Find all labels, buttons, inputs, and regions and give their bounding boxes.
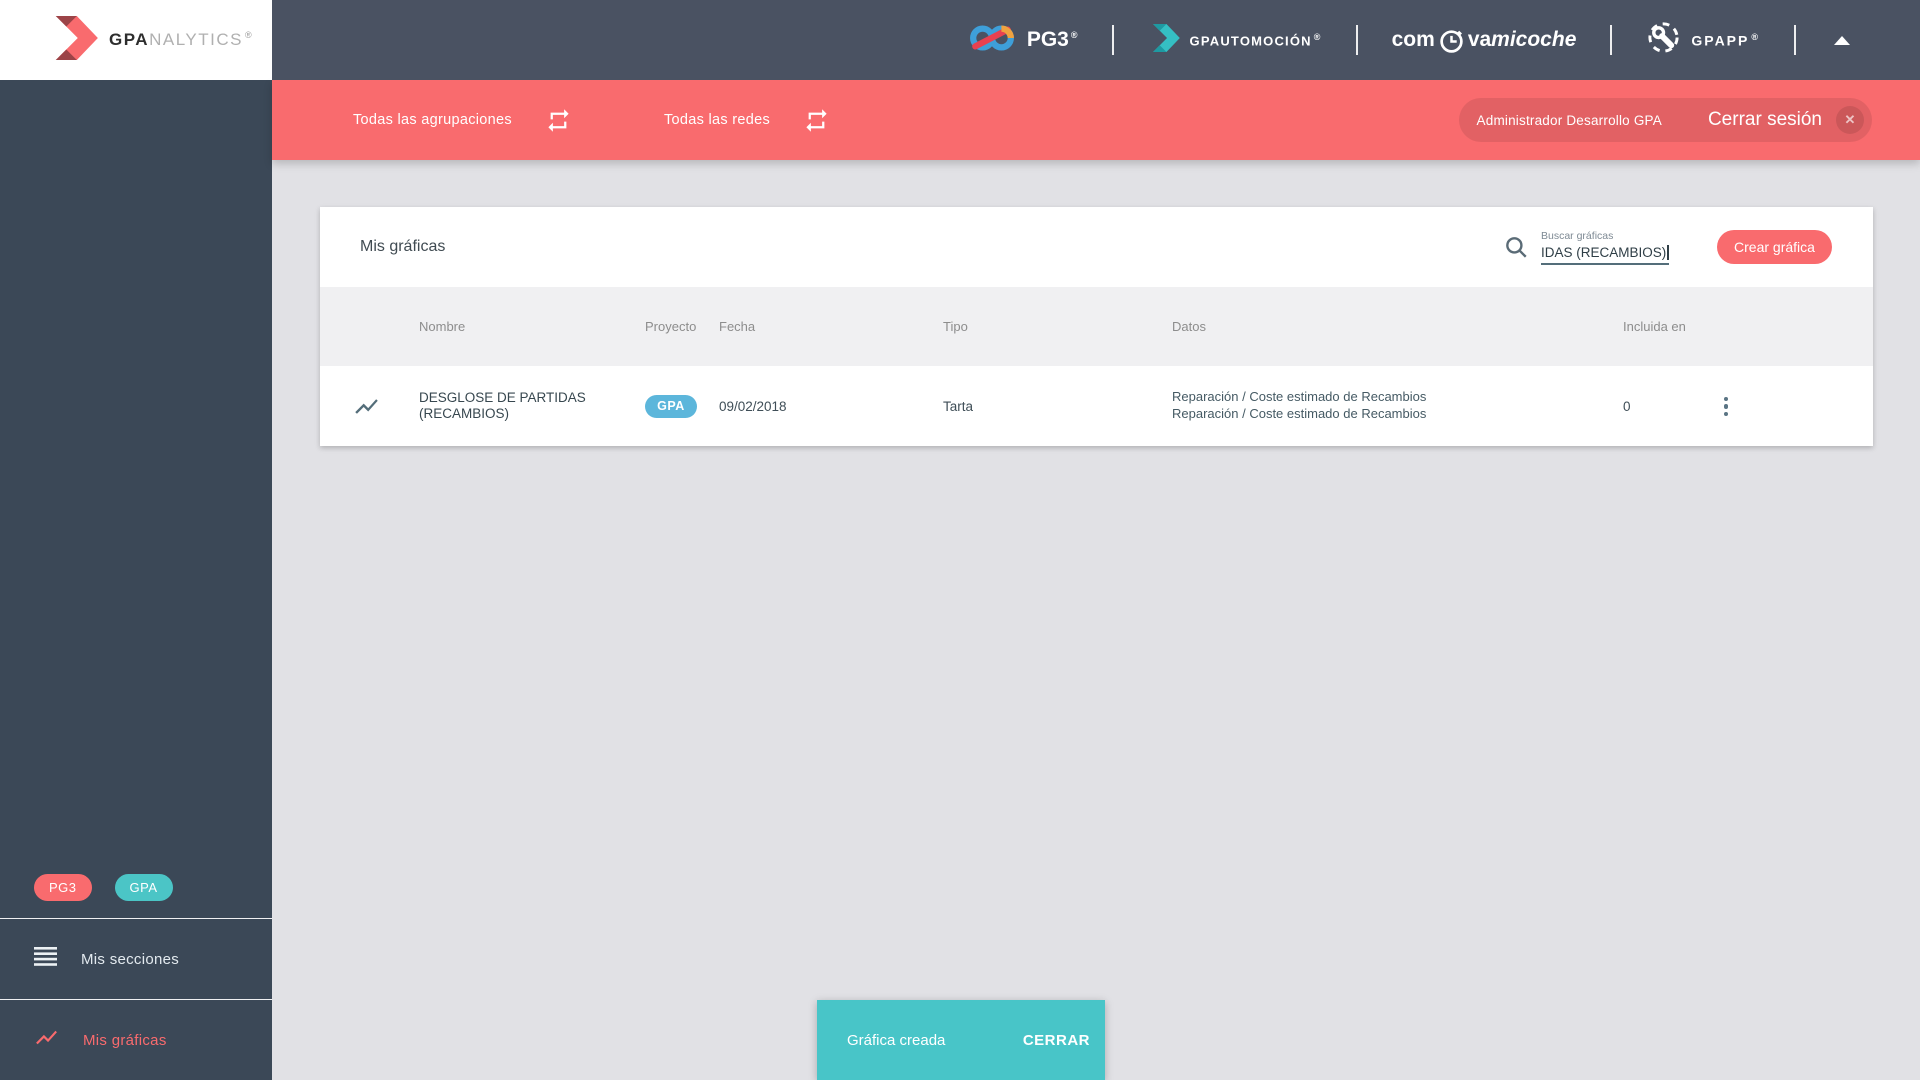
row-name: DESGLOSE DE PARTIDAS (RECAMBIOS) bbox=[419, 389, 586, 421]
sidebar-item-label: Mis secciones bbox=[81, 950, 180, 968]
table-row[interactable]: DESGLOSE DE PARTIDAS (RECAMBIOS) GPA 09/… bbox=[320, 366, 1873, 446]
pg3-label: PG3 ® bbox=[1026, 28, 1078, 51]
row-date: 09/02/2018 bbox=[719, 398, 787, 414]
toast-notification: Gráfica creada CERRAR bbox=[817, 1000, 1105, 1080]
row-project: GPA bbox=[645, 394, 719, 418]
row-included-in: 0 bbox=[1623, 398, 1631, 414]
topbar-divider bbox=[1355, 25, 1358, 55]
badge-pg3[interactable]: PG3 bbox=[34, 873, 92, 901]
col-nombre: Nombre bbox=[419, 319, 466, 334]
project-badge: GPA bbox=[645, 394, 697, 418]
create-chart-button[interactable]: Crear gráfica bbox=[1717, 230, 1832, 264]
line-chart-icon bbox=[34, 1025, 59, 1055]
row-chart-icon bbox=[320, 393, 419, 420]
app-window: GPANALYTICS ® PG3 GPA Mis secciones Mis … bbox=[0, 0, 1920, 1080]
gpapp-label: GPAPP ® bbox=[1691, 31, 1760, 49]
col-datos: Datos bbox=[1172, 319, 1206, 334]
col-proyecto: Proyecto bbox=[645, 319, 697, 334]
card-header: Mis gráficas Buscar gráficas IDAS (RECAM… bbox=[320, 207, 1873, 287]
close-circle-icon[interactable]: ✕ bbox=[1836, 106, 1864, 134]
user-session-pill: Administrador Desarrollo GPA Cerrar sesi… bbox=[1458, 98, 1872, 142]
redes-label: Todas las redes bbox=[663, 112, 771, 128]
clock-icon bbox=[1438, 27, 1465, 54]
col-incluida-en: Incluida en bbox=[1623, 319, 1686, 334]
comprovamicoche-logo[interactable]: com vamicoche bbox=[1391, 27, 1577, 54]
gpapp-logo[interactable]: GPAPP ® bbox=[1646, 20, 1760, 60]
toast-message: Gráfica creada bbox=[847, 1031, 946, 1049]
sidebar-item-label: Mis gráficas bbox=[83, 1031, 167, 1049]
logout-button[interactable]: Cerrar sesión bbox=[1708, 109, 1822, 131]
content-area: Mis gráficas Buscar gráficas IDAS (RECAM… bbox=[272, 160, 1920, 1080]
automocion-arrow-icon bbox=[1148, 23, 1180, 57]
top-bar: PG3 ® GPAUTOMOCIÓN ® com vamicoche GPAPP… bbox=[272, 0, 1920, 80]
gpa-arrow-logo-icon bbox=[48, 15, 98, 65]
sidebar-badges: PG3 GPA bbox=[0, 856, 272, 918]
redes-selector[interactable]: Todas las redes bbox=[664, 107, 830, 134]
search-input-value[interactable]: IDAS (RECAMBIOS) bbox=[1541, 244, 1669, 265]
col-fecha: Fecha bbox=[719, 319, 756, 334]
search-area: Buscar gráficas IDAS (RECAMBIOS) Crear g… bbox=[1503, 230, 1832, 265]
toast-close-button[interactable]: CERRAR bbox=[1023, 1032, 1090, 1049]
wrench-circle-icon bbox=[1646, 20, 1681, 60]
topbar-divider bbox=[1111, 25, 1114, 55]
gpa-analytics-logo: GPANALYTICS ® bbox=[0, 0, 272, 80]
row-data: Reparación / Coste estimado de Recambios… bbox=[1172, 389, 1427, 421]
topbar-divider bbox=[1610, 25, 1613, 55]
gpautomocion-logo[interactable]: GPAUTOMOCIÓN ® bbox=[1148, 23, 1322, 57]
text-caret bbox=[1667, 244, 1669, 260]
page-title: Mis gráficas bbox=[360, 238, 446, 255]
sidebar: GPANALYTICS ® PG3 GPA Mis secciones Mis … bbox=[0, 0, 272, 1080]
repeat-icon[interactable] bbox=[545, 107, 572, 134]
pg3-logo[interactable]: PG3 ® bbox=[969, 22, 1078, 59]
col-tipo: Tipo bbox=[943, 319, 968, 334]
gpa-analytics-wordmark: GPANALYTICS ® bbox=[109, 30, 254, 49]
main-area: PG3 ® GPAUTOMOCIÓN ® com vamicoche GPAPP… bbox=[272, 0, 1920, 1080]
row-type: Tarta bbox=[943, 398, 974, 414]
topbar-divider bbox=[1794, 25, 1796, 55]
sidebar-item-mis-secciones[interactable]: Mis secciones bbox=[0, 919, 272, 999]
search-icon[interactable] bbox=[1503, 234, 1529, 260]
collapse-up-icon[interactable] bbox=[1834, 35, 1850, 45]
search-input[interactable]: Buscar gráficas IDAS (RECAMBIOS) bbox=[1541, 230, 1669, 265]
gpautomocion-label: GPAUTOMOCIÓN ® bbox=[1189, 31, 1322, 49]
agrupaciones-label: Todas las agrupaciones bbox=[353, 112, 512, 128]
table-header: Nombre Proyecto Fecha Tipo Datos Incluid… bbox=[320, 287, 1873, 366]
search-input-label: Buscar gráficas bbox=[1541, 229, 1614, 242]
pg3-infinity-icon bbox=[969, 22, 1015, 59]
mis-graficas-card: Mis gráficas Buscar gráficas IDAS (RECAM… bbox=[320, 207, 1873, 446]
filter-bar: Todas las agrupaciones Todas las redes A… bbox=[272, 80, 1920, 160]
comprovamicoche-label: com bbox=[1391, 28, 1435, 51]
badge-gpa[interactable]: GPA bbox=[114, 873, 173, 901]
comprovamicoche-label2: vamicoche bbox=[1467, 28, 1577, 51]
menu-icon bbox=[34, 947, 57, 971]
kebab-menu-icon[interactable] bbox=[1716, 396, 1736, 417]
agrupaciones-selector[interactable]: Todas las agrupaciones bbox=[353, 107, 572, 134]
repeat-icon[interactable] bbox=[803, 107, 830, 134]
sidebar-item-mis-graficas[interactable]: Mis gráficas bbox=[0, 1000, 272, 1080]
user-name: Administrador Desarrollo GPA bbox=[1476, 112, 1662, 128]
